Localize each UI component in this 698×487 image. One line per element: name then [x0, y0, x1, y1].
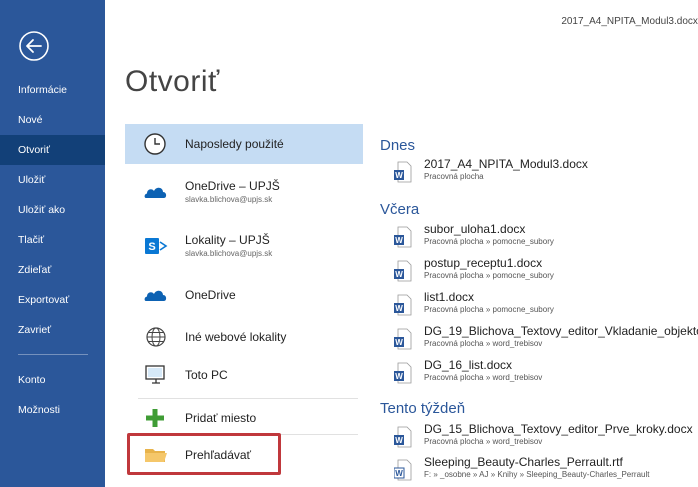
svg-text:W: W: [395, 338, 403, 347]
file-path: Pracovná plocha » pomocne_subory: [424, 237, 554, 246]
sharepoint-icon: S: [145, 238, 168, 254]
cloud-icon: [144, 290, 167, 301]
file-name: DG_16_list.docx: [424, 358, 513, 372]
place-other-web-sites[interactable]: Iné webové lokality: [125, 317, 363, 357]
svg-text:W: W: [395, 236, 403, 245]
svg-text:W: W: [395, 270, 403, 279]
word-doc-icon: W: [394, 328, 412, 350]
nav-divider: [18, 354, 88, 355]
file-name: DG_15_Blichova_Textovy_editor_Prve_kroky…: [424, 422, 693, 436]
svg-text:W: W: [395, 469, 403, 478]
file-path: Pracovná plocha » word_trebisov: [424, 339, 543, 348]
group-this-week: Tento týždeň: [380, 400, 466, 417]
document-title: 2017_A4_NPITA_Modul3.docx -: [561, 16, 698, 27]
place-onedrive-upjs[interactable]: OneDrive – UPJŠ slavka.blichova@upjs.sk: [125, 172, 363, 212]
nav-item-export[interactable]: Exportovať: [0, 285, 105, 315]
nav-item-open[interactable]: Otvoriť: [0, 135, 105, 165]
svg-text:W: W: [395, 304, 403, 313]
file-path: Pracovná plocha » word_trebisov: [424, 437, 543, 446]
file-path: Pracovná plocha » word_trebisov: [424, 373, 543, 382]
nav-item-save-as[interactable]: Uložiť ako: [0, 195, 105, 225]
file-path: F: » _osobne » AJ » Knihy » Sleeping_Bea…: [424, 470, 650, 479]
place-label: OneDrive: [185, 288, 236, 302]
nav-item-info[interactable]: Informácie: [0, 75, 105, 105]
cloud-icon: [144, 187, 167, 198]
group-yesterday: Včera: [380, 201, 420, 218]
file-path: Pracovná plocha » pomocne_subory: [424, 305, 554, 314]
word-doc-icon: W: [394, 226, 412, 248]
place-label: Iné webové lokality: [185, 330, 287, 344]
add-place-button[interactable]: Pridať miesto: [125, 398, 363, 438]
svg-text:W: W: [395, 171, 403, 180]
file-name: list1.docx: [424, 290, 475, 304]
plus-icon: [146, 409, 164, 427]
globe-icon: [146, 327, 166, 347]
place-label: Naposledy použité: [185, 137, 284, 151]
backstage-nav: Informácie Nové Otvoriť Uložiť Uložiť ak…: [0, 0, 105, 487]
svg-text:S: S: [148, 241, 155, 253]
place-recent[interactable]: Naposledy použité: [125, 124, 363, 164]
word-doc-icon: W: [394, 161, 412, 183]
nav-item-save[interactable]: Uložiť: [0, 165, 105, 195]
clock-icon: [144, 133, 166, 155]
nav-item-options[interactable]: Možnosti: [0, 395, 105, 425]
nav-item-share[interactable]: Zdieľať: [0, 255, 105, 285]
place-label: Toto PC: [185, 368, 228, 382]
place-label: OneDrive – UPJŠ: [185, 179, 280, 193]
svg-text:W: W: [395, 372, 403, 381]
place-account: slavka.blichova@upjs.sk: [185, 195, 273, 204]
nav-item-new[interactable]: Nové: [0, 105, 105, 135]
nav-item-close[interactable]: Zavrieť: [0, 315, 105, 345]
recent-file[interactable]: W 2017_A4_NPITA_Modul3.docx Pracovná plo…: [380, 157, 698, 189]
word-doc-icon: W: [394, 426, 412, 448]
group-today: Dnes: [380, 137, 416, 154]
recent-file[interactable]: W postup_receptu1.docx Pracovná plocha »…: [380, 256, 698, 288]
file-name: subor_uloha1.docx: [424, 222, 526, 236]
file-name: Sleeping_Beauty-Charles_Perrault.rtf: [424, 455, 623, 469]
recent-file[interactable]: W subor_uloha1.docx Pracovná plocha » po…: [380, 222, 698, 254]
place-label: Pridať miesto: [185, 411, 257, 425]
computer-icon: [145, 365, 165, 384]
place-label: Lokality – UPJŠ: [185, 233, 270, 247]
folder-icon: [145, 449, 167, 462]
word-doc-icon: W: [394, 260, 412, 282]
file-name: 2017_A4_NPITA_Modul3.docx: [424, 157, 588, 171]
recent-file[interactable]: W DG_15_Blichova_Textovy_editor_Prve_kro…: [380, 422, 698, 454]
svg-text:W: W: [395, 436, 403, 445]
browse-button[interactable]: Prehľadávať: [125, 434, 363, 474]
word-doc-icon: W: [394, 362, 412, 384]
nav-item-account[interactable]: Konto: [0, 365, 105, 395]
recent-file[interactable]: W DG_16_list.docx Pracovná plocha » word…: [380, 358, 698, 390]
place-sites-upjs[interactable]: S Lokality – UPJŠ slavka.blichova@upjs.s…: [125, 226, 363, 266]
recent-file[interactable]: W Sleeping_Beauty-Charles_Perrault.rtf F…: [380, 455, 698, 487]
word-doc-icon: W: [394, 294, 412, 316]
place-this-pc[interactable]: Toto PC: [125, 355, 363, 395]
file-path: Pracovná plocha » pomocne_subory: [424, 271, 554, 280]
file-path: Pracovná plocha: [424, 172, 484, 181]
back-arrow-icon[interactable]: [18, 30, 50, 62]
place-label: Prehľadávať: [185, 448, 252, 462]
page-title: Otvoriť: [125, 65, 220, 98]
nav-item-print[interactable]: Tlačiť: [0, 225, 105, 255]
file-name: DG_19_Blichova_Textovy_editor_Vkladanie_…: [424, 324, 698, 338]
place-onedrive[interactable]: OneDrive: [125, 275, 363, 315]
recent-file[interactable]: W DG_19_Blichova_Textovy_editor_Vkladani…: [380, 324, 698, 356]
place-account: slavka.blichova@upjs.sk: [185, 249, 273, 258]
rtf-doc-icon: W: [394, 459, 412, 481]
file-name: postup_receptu1.docx: [424, 256, 543, 270]
recent-file[interactable]: W list1.docx Pracovná plocha » pomocne_s…: [380, 290, 698, 322]
